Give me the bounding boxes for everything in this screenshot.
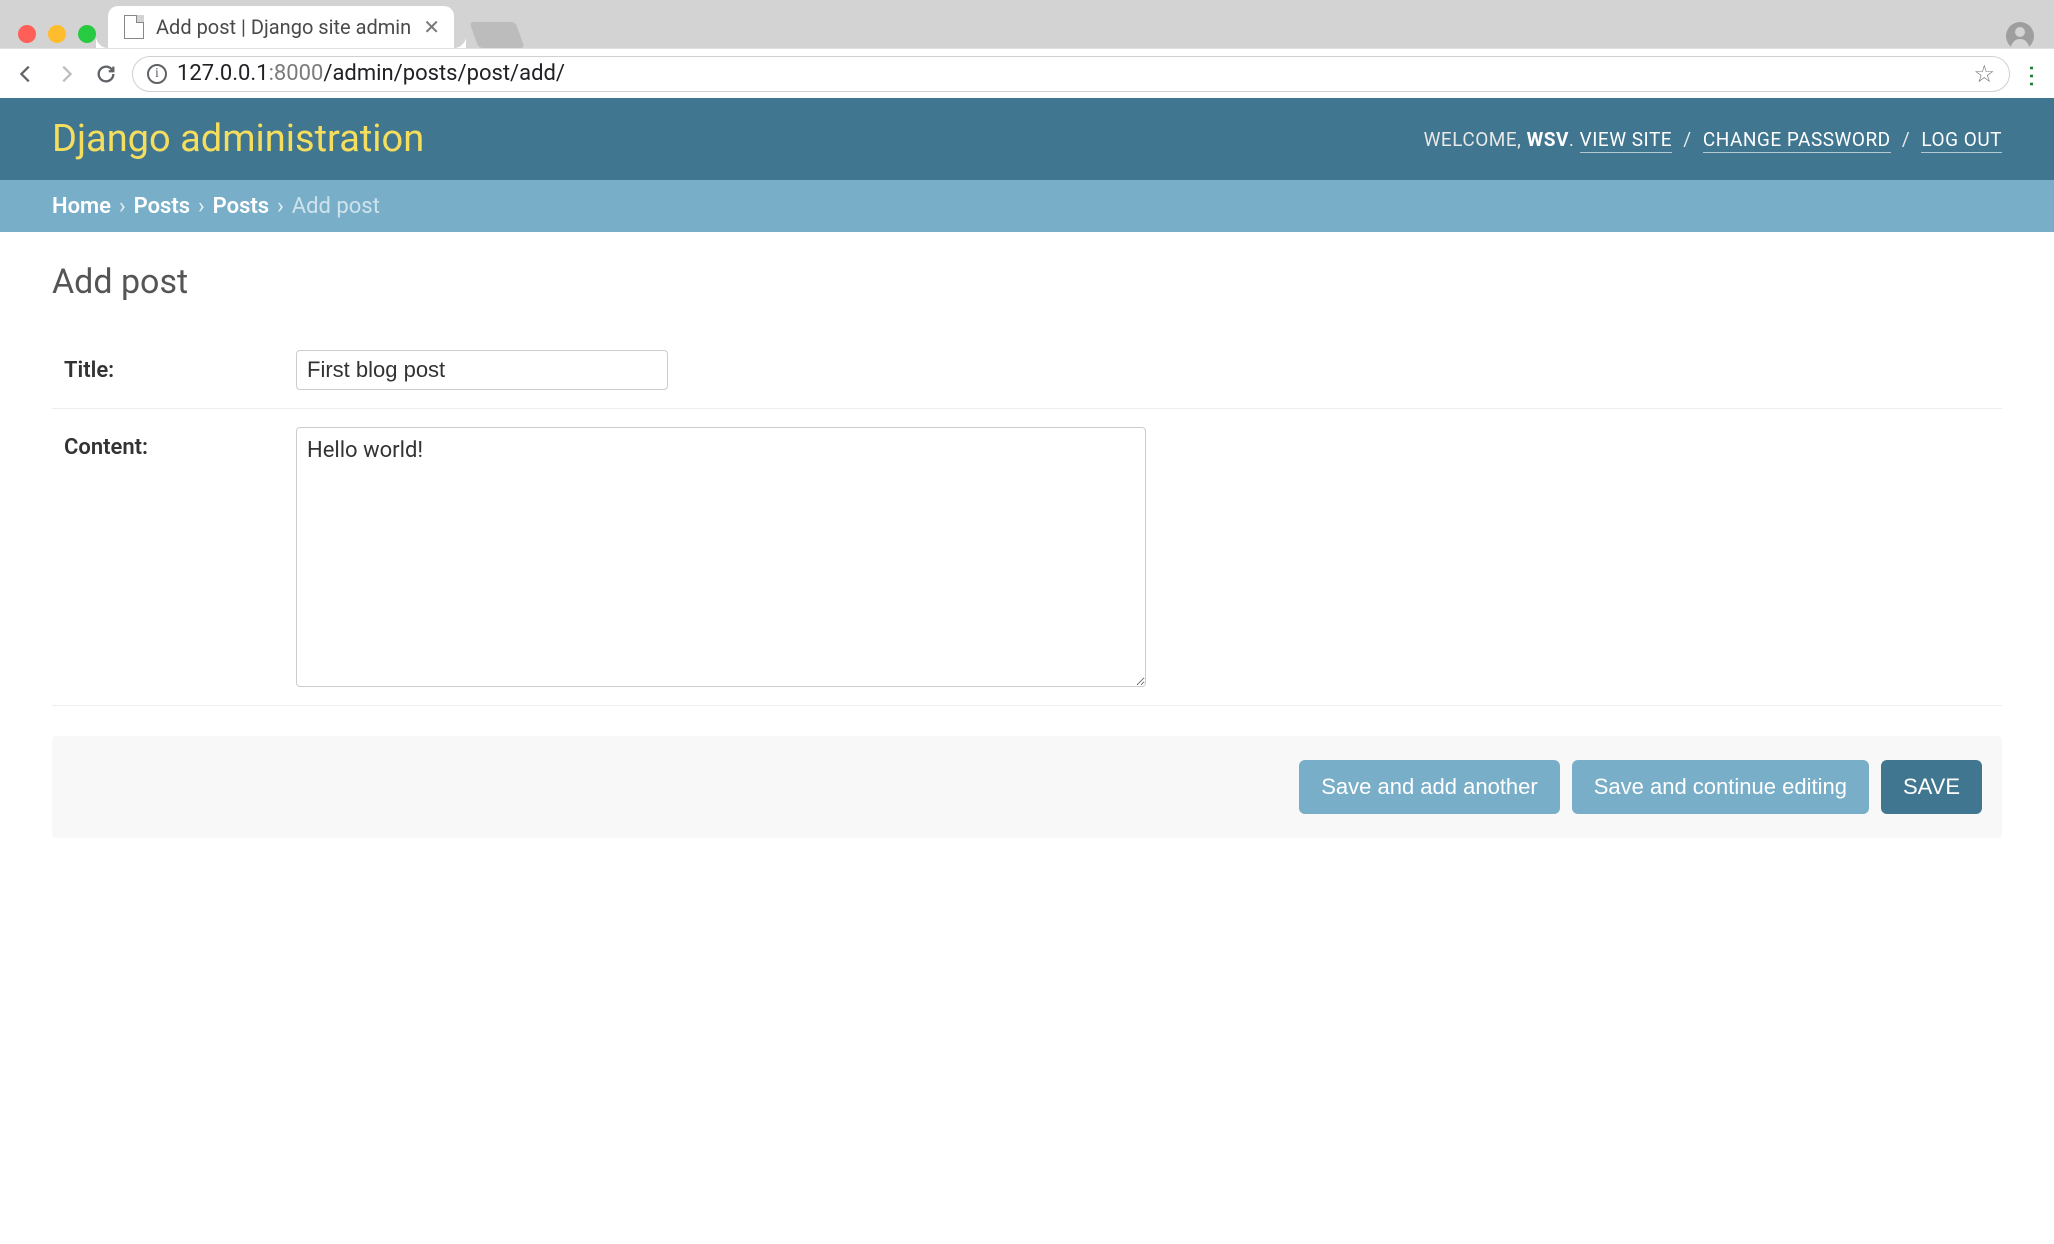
admin-header: Django administration WELCOME, WSV. VIEW… [0,98,2054,180]
window-maximize-button[interactable] [78,25,96,43]
tab-bar: Add post | Django site admin ✕ [108,6,520,48]
browser-toolbar: i 127.0.0.1:8000/admin/posts/post/add/ ☆… [0,48,2054,98]
breadcrumb-home[interactable]: Home [52,194,111,219]
save-button[interactable]: SAVE [1881,760,1982,814]
page-title: Add post [52,262,2002,302]
breadcrumb-separator: › [198,194,205,219]
log-out-link[interactable]: LOG OUT [1921,128,2002,153]
form-row-title: Title: [52,332,2002,409]
change-password-link[interactable]: CHANGE PASSWORD [1703,128,1891,153]
new-tab-button[interactable] [469,22,524,48]
address-bar[interactable]: i 127.0.0.1:8000/admin/posts/post/add/ ☆ [132,56,2010,92]
submit-row: Save and add another Save and continue e… [52,736,2002,838]
breadcrumb-app[interactable]: Posts [134,194,190,219]
title-input[interactable] [296,350,668,390]
reload-button[interactable] [92,63,120,85]
site-info-icon[interactable]: i [147,64,167,84]
tab-close-icon[interactable]: ✕ [423,15,440,39]
back-button[interactable] [12,63,40,85]
browser-chrome: Add post | Django site admin ✕ i 127.0.0… [0,0,2054,98]
username: WSV [1527,128,1569,151]
window-minimize-button[interactable] [48,25,66,43]
content: Add post Title: Content: Save and add an… [0,232,2054,878]
breadcrumb-current: Add post [292,194,380,219]
site-title: Django administration [52,117,424,161]
browser-menu-icon[interactable]: ⋯ [2018,64,2046,84]
breadcrumb-model[interactable]: Posts [213,194,269,219]
save-add-another-button[interactable]: Save and add another [1299,760,1560,814]
profile-icon[interactable] [2006,22,2034,50]
breadcrumbs: Home › Posts › Posts › Add post [0,180,2054,232]
breadcrumb-separator: › [277,194,284,219]
title-label: Title: [64,350,296,383]
url-host: 127.0.0.1 [177,61,269,86]
breadcrumb-separator: › [119,194,126,219]
save-continue-button[interactable]: Save and continue editing [1572,760,1869,814]
browser-tab-active[interactable]: Add post | Django site admin ✕ [108,6,454,48]
content-label: Content: [64,427,296,460]
bookmark-star-icon[interactable]: ☆ [1973,60,1995,88]
view-site-link[interactable]: VIEW SITE [1580,128,1672,153]
window-close-button[interactable] [18,25,36,43]
url-path: /admin/posts/post/add/ [323,61,565,86]
user-links: WELCOME, WSV. VIEW SITE / CHANGE PASSWOR… [1424,128,2002,151]
forward-button[interactable] [52,63,80,85]
page: Django administration WELCOME, WSV. VIEW… [0,98,2054,1244]
welcome-label: WELCOME, [1424,128,1522,151]
content-textarea[interactable] [296,427,1146,687]
form-row-content: Content: [52,409,2002,706]
tab-title: Add post | Django site admin [156,15,411,39]
window-controls [18,25,96,43]
page-icon [124,15,144,39]
url-port: :8000 [269,61,324,86]
